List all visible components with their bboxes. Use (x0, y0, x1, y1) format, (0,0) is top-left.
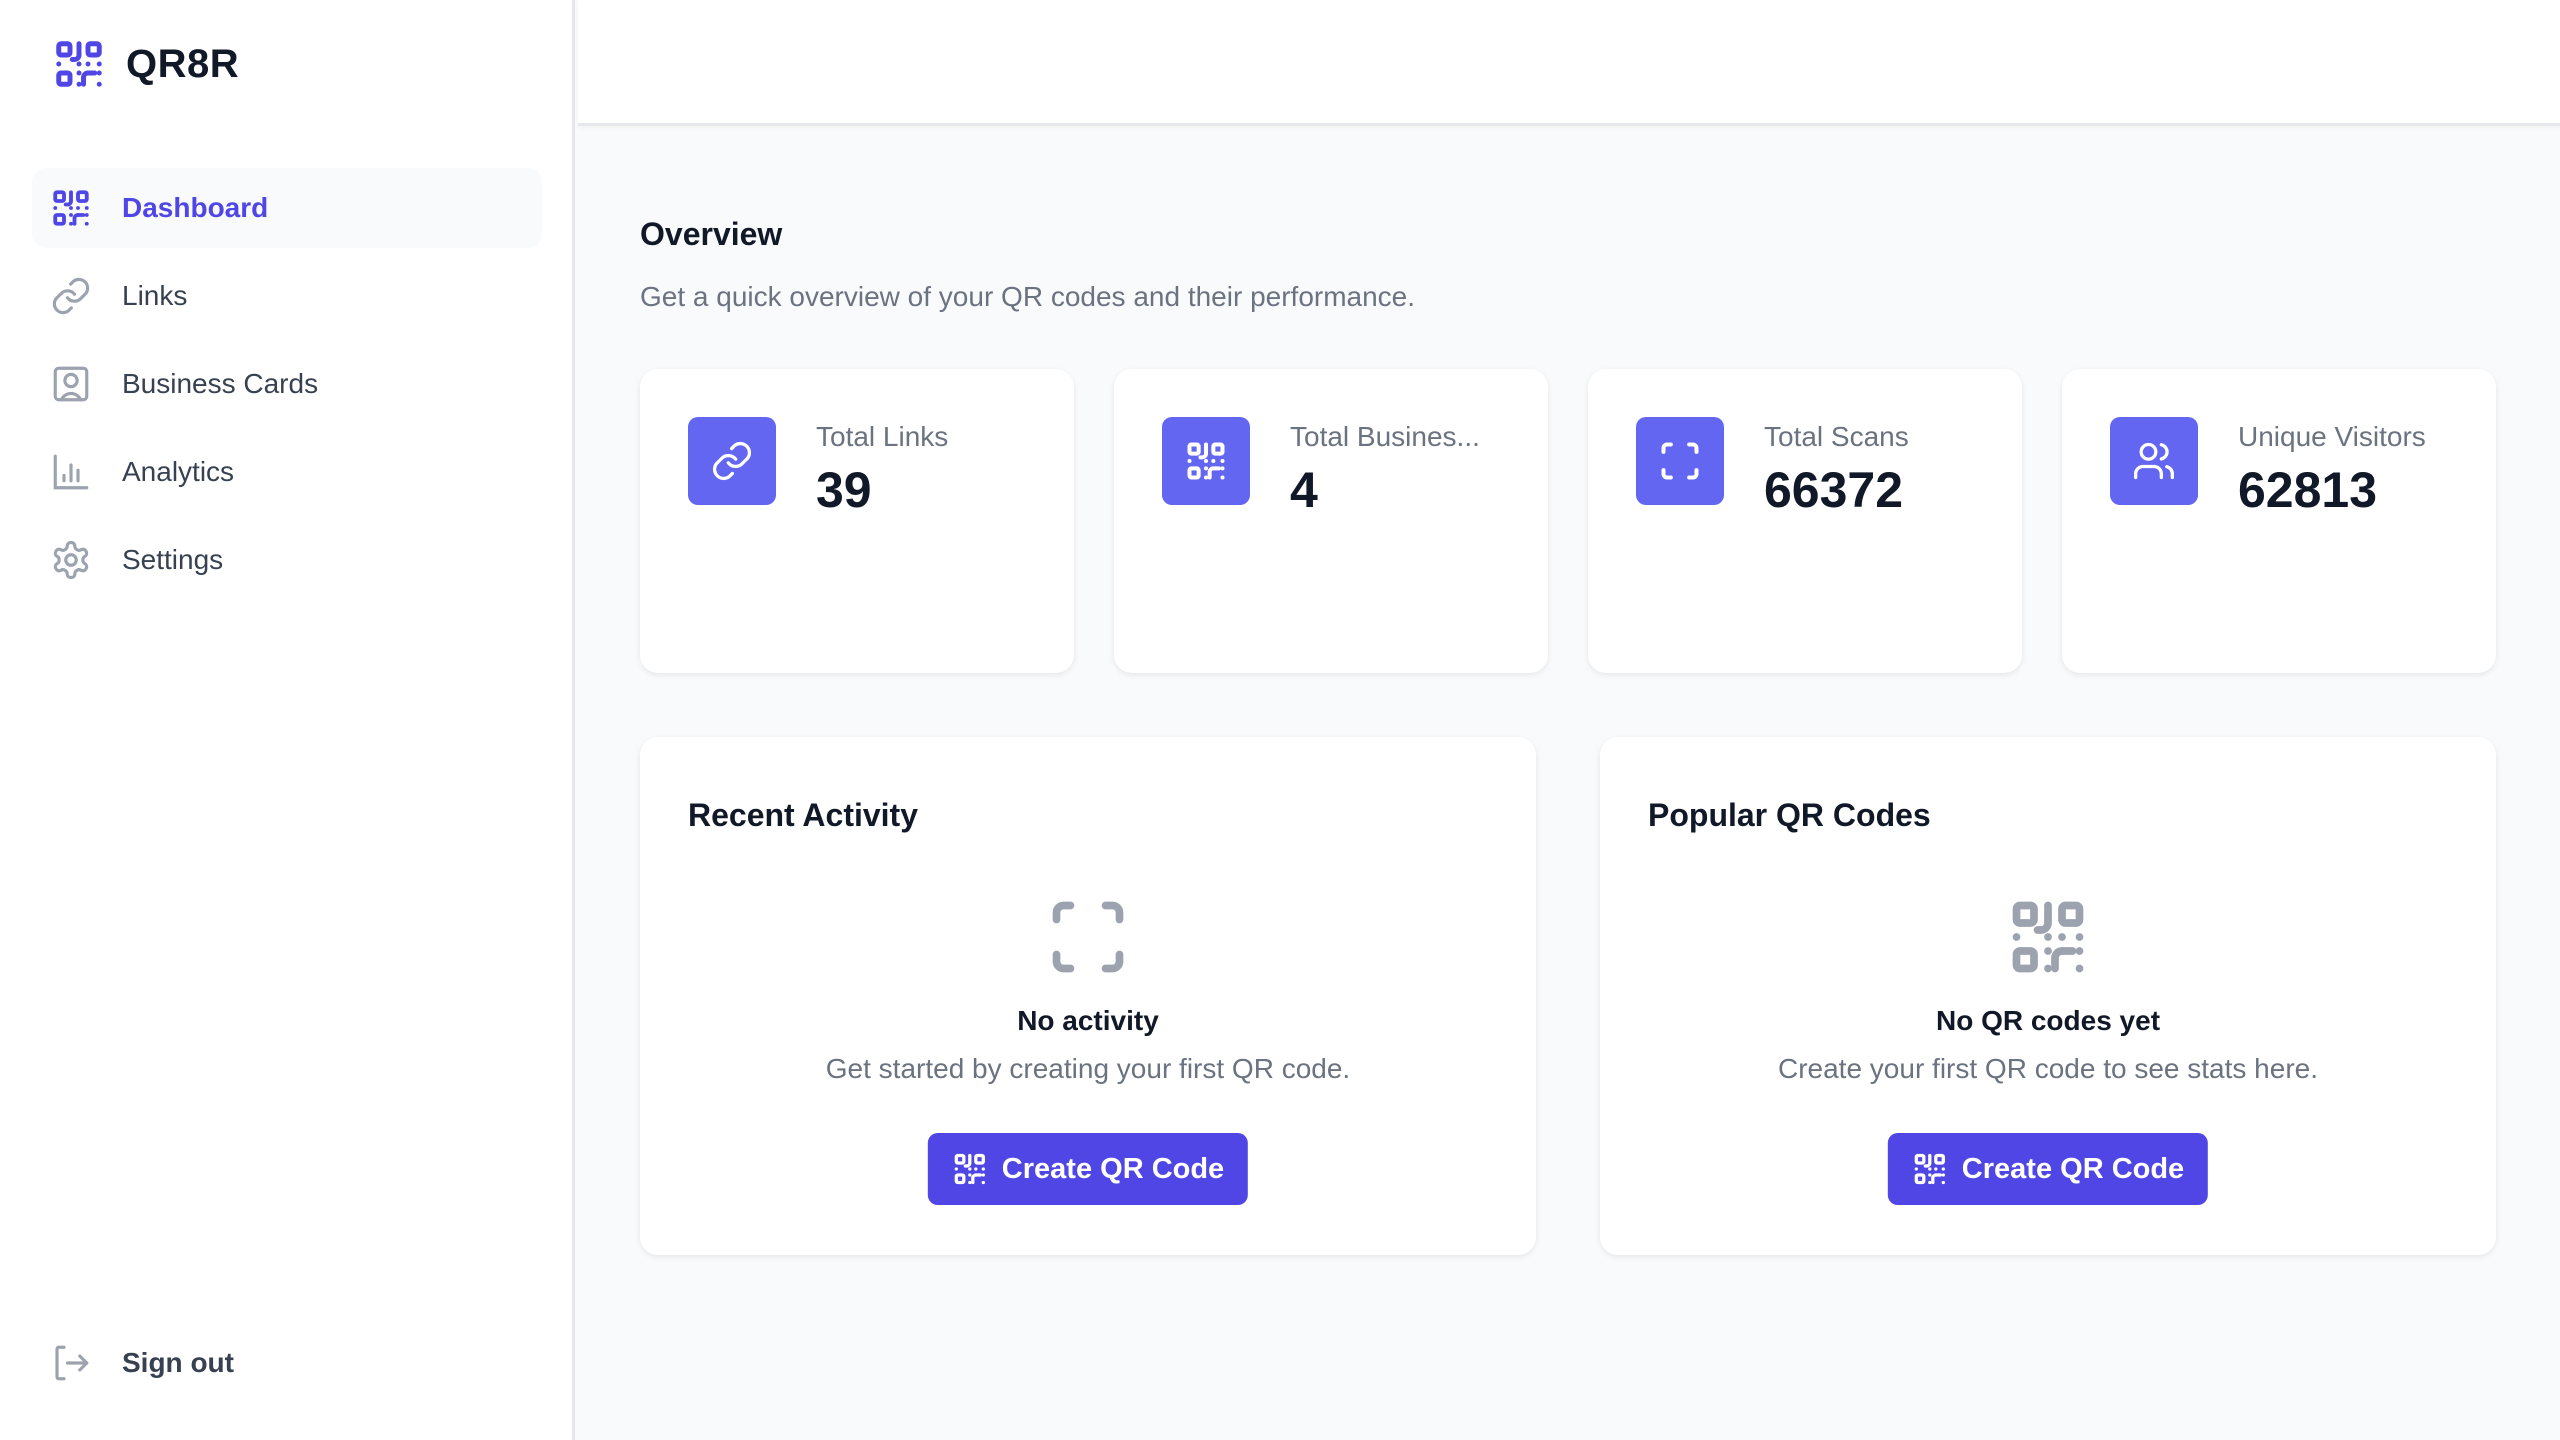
sign-out-button[interactable]: Sign out (50, 1342, 234, 1384)
create-qr-code-button[interactable]: Create QR Code (927, 1133, 1249, 1205)
qr-code-icon (52, 37, 106, 91)
panels-row: Recent Activity No activity Get started … (640, 737, 2496, 1255)
stat-label: Unique Visitors (2238, 421, 2426, 452)
sidebar-item-label: Business Cards (122, 368, 319, 399)
stat-value: 62813 (2238, 462, 2378, 518)
button-label: Create QR Code (1001, 1152, 1225, 1185)
stat-card-unique-visitors: Unique Visitors 62813 (2062, 369, 2496, 673)
stats-row: Total Links 39 Total Busines... 4 Total … (640, 369, 2496, 673)
stat-value: 66372 (1764, 462, 1904, 518)
stat-value: 4 (1290, 462, 1318, 518)
page-subtitle: Get a quick overview of your QR codes an… (640, 281, 1416, 312)
empty-state-title: No activity (1017, 1005, 1159, 1036)
gear-icon (50, 539, 92, 581)
stat-card-total-business-cards: Total Busines... 4 (1114, 369, 1548, 673)
stat-label: Total Scans (1764, 421, 1909, 452)
sign-out-label: Sign out (122, 1347, 234, 1378)
stat-card-total-scans: Total Scans 66372 (1588, 369, 2022, 673)
scan-icon (1046, 895, 1130, 979)
page-title: Overview (640, 216, 783, 252)
popular-qr-codes-panel: Popular QR Codes No QR codes yet Create … (1600, 737, 2496, 1255)
qr-code-icon (952, 1151, 988, 1187)
stat-card-total-links: Total Links 39 (640, 369, 1074, 673)
logout-icon (50, 1342, 92, 1384)
sidebar-item-dashboard[interactable]: Dashboard (32, 168, 542, 248)
sidebar-item-links[interactable]: Links (32, 256, 542, 336)
stat-label: Total Links (816, 421, 949, 452)
stat-icon-box (1162, 417, 1250, 505)
app-logo[interactable]: QR8R (52, 37, 239, 91)
empty-state-title: No QR codes yet (1935, 1005, 2161, 1036)
stat-icon-box (688, 417, 776, 505)
recent-activity-panel: Recent Activity No activity Get started … (640, 737, 1536, 1255)
create-qr-code-button[interactable]: Create QR Code (1887, 1133, 2209, 1205)
sidebar-item-label: Analytics (122, 456, 235, 487)
panel-title: Popular QR Codes (1648, 797, 1931, 833)
empty-state-description: Create your first QR code to see stats h… (1777, 1053, 2318, 1084)
stat-label: Total Busines... (1290, 421, 1480, 452)
scan-icon (1658, 439, 1702, 483)
stat-icon-box (1636, 417, 1724, 505)
panel-title: Recent Activity (688, 797, 918, 833)
button-label: Create QR Code (1961, 1152, 2185, 1185)
sidebar-item-label: Dashboard (122, 192, 269, 223)
sidebar-item-label: Links (122, 280, 188, 311)
main-content: Overview Get a quick overview of your QR… (640, 200, 2496, 1255)
sidebar: QR8R Dashboard Links Business Cards Anal… (0, 0, 575, 1440)
sidebar-item-business-cards[interactable]: Business Cards (32, 344, 542, 424)
stat-icon-box (2110, 417, 2198, 505)
app-name: QR8R (126, 41, 240, 86)
users-icon (2132, 439, 2176, 483)
bar-chart-icon (50, 451, 92, 493)
qr-code-icon (1184, 439, 1228, 483)
sidebar-item-label: Settings (122, 544, 224, 575)
qr-code-icon (50, 187, 92, 229)
empty-state-description: Get started by creating your first QR co… (825, 1053, 1351, 1084)
qr-code-icon (1912, 1151, 1948, 1187)
link-icon (50, 275, 92, 317)
qr-code-icon (2006, 895, 2090, 979)
top-bar (578, 0, 2560, 126)
sidebar-nav: Dashboard Links Business Cards Analytics… (32, 168, 542, 608)
link-icon (710, 439, 754, 483)
stat-value: 39 (816, 462, 872, 518)
contact-card-icon (50, 363, 92, 405)
sidebar-item-settings[interactable]: Settings (32, 520, 542, 600)
sidebar-item-analytics[interactable]: Analytics (32, 432, 542, 512)
